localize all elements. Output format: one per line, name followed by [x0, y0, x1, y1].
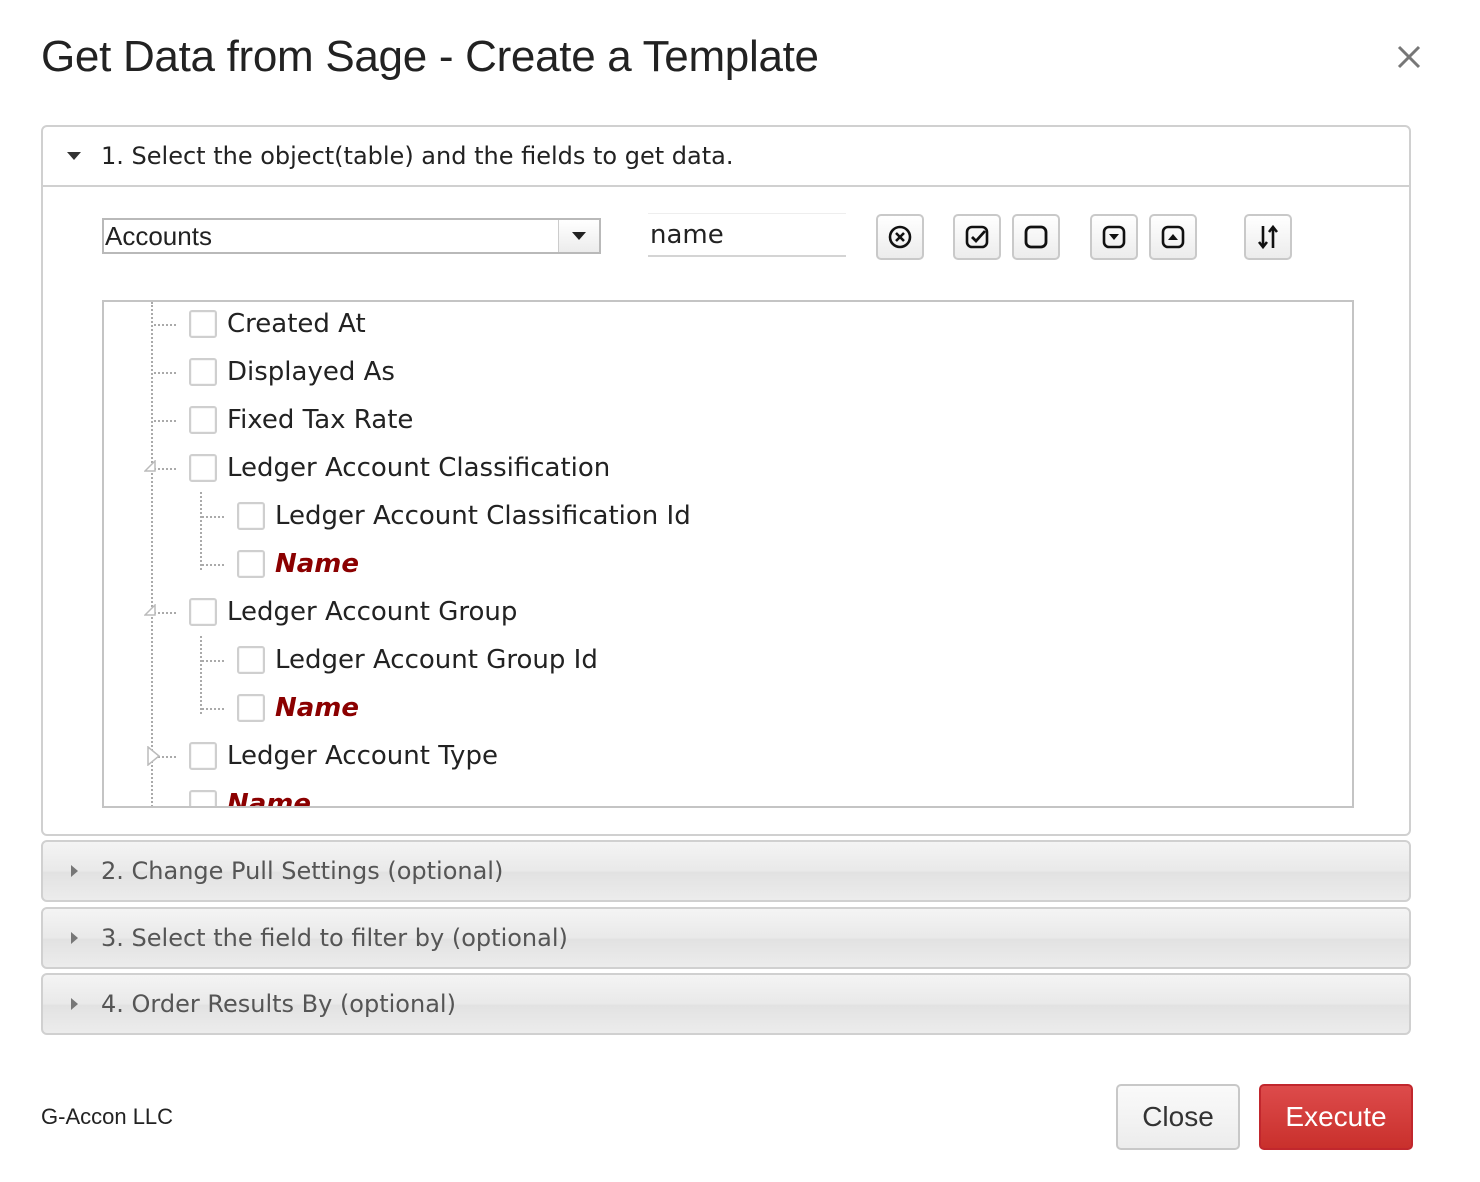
tree-item[interactable]: Name: [237, 684, 359, 732]
uncheck-all-icon: [1024, 225, 1048, 249]
tree-checkbox[interactable]: [189, 598, 217, 626]
expanded-node-icon[interactable]: [144, 460, 156, 472]
tree-checkbox[interactable]: [237, 550, 265, 578]
close-icon[interactable]: [1392, 40, 1426, 74]
section-header-4[interactable]: 4. Order Results By (optional): [43, 975, 1409, 1033]
section-header-3[interactable]: 3. Select the field to filter by (option…: [43, 909, 1409, 967]
tree-item[interactable]: Name: [189, 780, 312, 808]
tree-checkbox[interactable]: [237, 646, 265, 674]
section-filter[interactable]: 3. Select the field to filter by (option…: [41, 907, 1411, 969]
execute-button[interactable]: Execute: [1259, 1084, 1413, 1150]
tree-item-label: Displayed As: [227, 357, 395, 387]
tree-item[interactable]: Ledger Account Classification: [189, 444, 610, 492]
section-1-label: 1. Select the object(table) and the fiel…: [101, 142, 734, 170]
tree-checkbox[interactable]: [237, 694, 265, 722]
expand-all-button[interactable]: [1090, 214, 1138, 260]
tree-item-label: Ledger Account Classification: [227, 453, 611, 483]
tree-item-label: Ledger Account Type: [227, 741, 498, 771]
collapse-all-icon: [1161, 225, 1185, 249]
tree-item-label-match: Name: [275, 693, 360, 723]
dialog-title: Get Data from Sage - Create a Template: [41, 32, 819, 81]
caret-right-icon: [70, 932, 78, 944]
section-3-label: 3. Select the field to filter by (option…: [101, 924, 568, 952]
tree-item[interactable]: Fixed Tax Rate: [189, 396, 413, 444]
caret-right-icon: [70, 998, 78, 1010]
tree-item[interactable]: Ledger Account Group: [189, 588, 517, 636]
section-header-2[interactable]: 2. Change Pull Settings (optional): [43, 842, 1409, 900]
tree-item[interactable]: Name: [237, 540, 359, 588]
tree-checkbox[interactable]: [189, 454, 217, 482]
section-2-label: 2. Change Pull Settings (optional): [101, 857, 504, 885]
clear-search-icon: [888, 225, 912, 249]
section-pull-settings[interactable]: 2. Change Pull Settings (optional): [41, 840, 1411, 902]
tree-item-label: Ledger Account Group: [227, 597, 518, 627]
caret-right-icon: [70, 865, 78, 877]
tree-item-label: Fixed Tax Rate: [227, 405, 414, 435]
uncheck-all-button[interactable]: [1012, 214, 1060, 260]
sort-button[interactable]: [1244, 214, 1292, 260]
tree-item[interactable]: Ledger Account Classification Id: [237, 492, 691, 540]
expanded-node-icon[interactable]: [144, 604, 156, 616]
object-select-value: Accounts: [105, 220, 212, 251]
tree-item[interactable]: Created At: [189, 302, 366, 348]
tree-item[interactable]: Ledger Account Group Id: [237, 636, 598, 684]
field-tree[interactable]: Created At Displayed As Fixed Tax Rate L…: [102, 300, 1354, 808]
tree-item-label-match: Name: [227, 789, 312, 808]
caret-down-icon: [67, 152, 81, 160]
check-all-button[interactable]: [953, 214, 1001, 260]
tree-checkbox[interactable]: [189, 406, 217, 434]
tree-checkbox[interactable]: [189, 358, 217, 386]
brand-label: G-Accon LLC: [41, 1104, 174, 1129]
tree-checkbox[interactable]: [189, 310, 217, 338]
tree-item-label-match: Name: [275, 549, 360, 579]
tree-item-label: Ledger Account Classification Id: [275, 501, 691, 531]
object-select[interactable]: Accounts: [102, 218, 601, 254]
tree-checkbox[interactable]: [189, 790, 217, 806]
tree-item-label: Ledger Account Group Id: [275, 645, 598, 675]
close-button[interactable]: Close: [1116, 1084, 1240, 1150]
field-search-input[interactable]: [648, 213, 846, 257]
expand-all-icon: [1102, 225, 1126, 249]
sort-icon: [1257, 224, 1279, 250]
tree-checkbox[interactable]: [189, 742, 217, 770]
clear-search-button[interactable]: [876, 214, 924, 260]
tree-item[interactable]: Displayed As: [189, 348, 395, 396]
section-header-1[interactable]: 1. Select the object(table) and the fiel…: [43, 127, 1409, 187]
tree-checkbox[interactable]: [237, 502, 265, 530]
section-order-by[interactable]: 4. Order Results By (optional): [41, 973, 1411, 1035]
section-4-label: 4. Order Results By (optional): [101, 990, 456, 1018]
section-select-object: 1. Select the object(table) and the fiel…: [41, 125, 1411, 836]
check-all-icon: [965, 225, 989, 249]
tree-item[interactable]: Ledger Account Type: [189, 732, 498, 780]
tree-item-label: Created At: [227, 309, 366, 339]
dropdown-arrow-icon[interactable]: [558, 220, 599, 252]
collapse-all-button[interactable]: [1149, 214, 1197, 260]
collapsed-node-icon[interactable]: [146, 746, 160, 766]
